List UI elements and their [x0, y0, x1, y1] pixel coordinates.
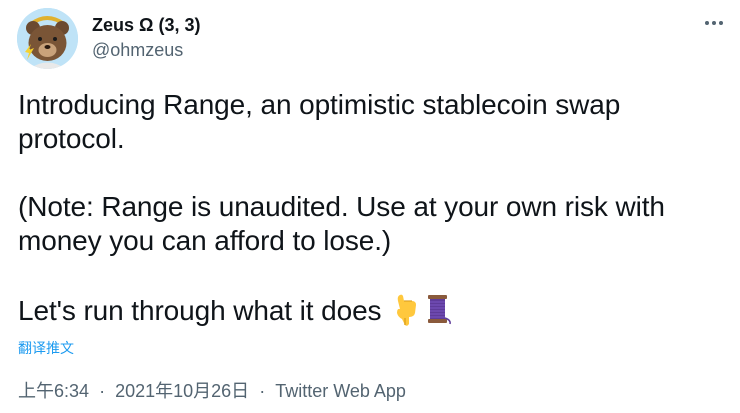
avatar[interactable] — [17, 8, 78, 69]
translate-tweet-link[interactable]: 翻译推文 — [18, 340, 74, 358]
tweet-line: money you can afford to lose.) — [18, 225, 392, 256]
tweet-line: protocol. — [18, 123, 125, 154]
tweet-date[interactable]: 2021年10月26日 — [115, 381, 249, 401]
tweet-line-with-emoji: Let's run through what it does — [18, 292, 728, 328]
tweet-metadata: 上午6:34 · 2021年10月26日 · Twitter Web App — [18, 380, 406, 402]
tweet-time[interactable]: 上午6:34 — [18, 381, 89, 401]
tweet-line: (Note: Range is unaudited. Use at your o… — [18, 191, 665, 222]
meta-separator: · — [259, 381, 266, 401]
bear-avatar-icon — [17, 8, 78, 69]
more-options-icon[interactable] — [700, 11, 728, 35]
pointing-down-icon — [397, 294, 417, 326]
tweet-line: Introducing Range, an optimistic stablec… — [18, 89, 621, 120]
thread-spool-icon — [428, 295, 452, 325]
author-display-name[interactable]: Zeus Ω (3, 3) — [92, 15, 200, 35]
tweet-card: Zeus Ω (3, 3) @ohmzeus Introducing Range… — [0, 0, 740, 413]
author-handle[interactable]: @ohmzeus — [92, 40, 183, 60]
tweet-line: Let's run through what it does — [18, 295, 382, 326]
tweet-text: Introducing Range, an optimistic stablec… — [18, 88, 728, 328]
tweet-source-app[interactable]: Twitter Web App — [275, 381, 406, 401]
meta-separator: · — [99, 381, 106, 401]
